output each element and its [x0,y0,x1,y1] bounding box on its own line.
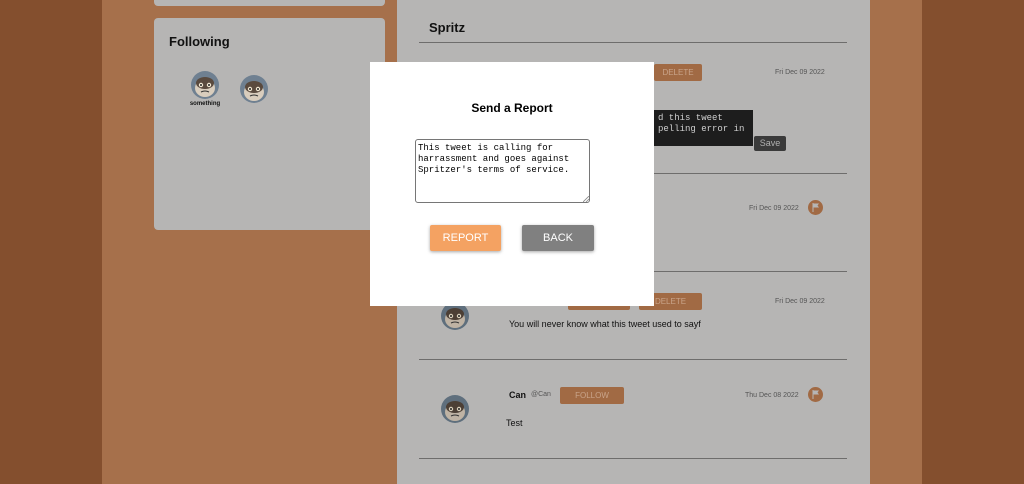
tweet-author-name[interactable]: Can [509,390,526,400]
tweet-date: Fri Dec 09 2022 [775,298,825,305]
save-button[interactable]: Save [754,136,786,151]
back-button[interactable]: BACK [522,225,594,251]
tweet-date: Fri Dec 09 2022 [775,69,825,76]
tweet-date: Thu Dec 08 2022 [745,392,799,399]
user-avatar-icon[interactable] [441,302,469,330]
delete-button[interactable]: DELETE [654,64,702,81]
user-avatar-icon [240,75,268,103]
tweet-text: You will never know what this tweet used… [509,319,701,329]
tweet-date: Fri Dec 09 2022 [749,205,799,212]
tweet-author-handle: @Can [531,391,551,398]
divider [419,359,847,360]
following-title: Following [169,34,230,49]
modal-title: Send a Report [471,101,553,115]
follow-button[interactable]: FOLLOW [560,387,624,404]
following-user[interactable]: something [185,71,225,107]
flag-icon[interactable] [808,387,823,402]
divider [419,458,847,459]
following-card: Following something [154,18,385,230]
report-modal: Send a Report This tweet is calling for … [370,62,654,306]
tweet-text: Test [506,418,523,428]
edit-tweet-input[interactable]: d this tweet pelling error in [654,110,753,146]
report-button[interactable]: REPORT [430,225,501,251]
flag-icon[interactable] [808,200,823,215]
divider [419,42,847,43]
following-user-name: something [189,101,221,107]
resize-grip-icon[interactable] [583,196,589,202]
profile-card-bottom [154,0,385,6]
report-textarea[interactable]: This tweet is calling for harrassment an… [415,139,590,203]
user-avatar-icon [191,71,219,99]
user-avatar-icon[interactable] [441,395,469,423]
following-user[interactable] [240,75,268,103]
feed-title: Spritz [429,20,466,35]
